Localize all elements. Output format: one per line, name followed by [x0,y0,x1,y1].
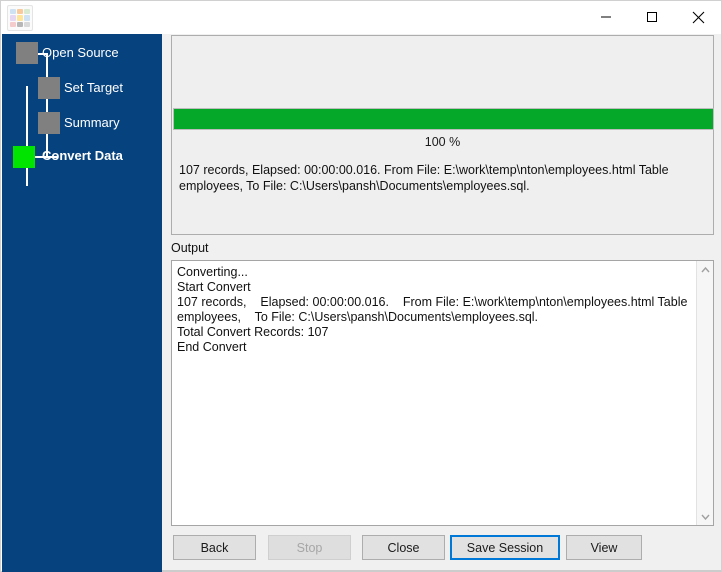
step-marker-set-target[interactable] [38,77,60,99]
output-label: Output [171,241,209,255]
application-window: Open Source Set Target Summary Convert D… [0,0,722,572]
save-session-button[interactable]: Save Session [450,535,560,560]
step-connector-vert [46,53,48,157]
progress-percent-label: 100 % [424,135,461,149]
wizard-sidebar: Open Source Set Target Summary Convert D… [2,34,162,572]
progress-bar-fill [174,109,713,129]
chevron-down-icon[interactable] [697,508,714,525]
minimize-button[interactable] [583,1,629,33]
window-controls [583,1,721,33]
output-scrollbar[interactable] [696,261,713,525]
step-marker-convert-data[interactable] [13,146,35,168]
main-content: 100 % 107 records, Elapsed: 00:00:00.016… [162,34,721,572]
title-bar [1,1,721,34]
step-connector-trunk [26,86,28,186]
sidebar-item-set-target[interactable]: Set Target [64,80,123,95]
conversion-status-text: 107 records, Elapsed: 00:00:00.016. From… [179,163,669,193]
back-button[interactable]: Back [173,535,256,560]
chevron-up-icon[interactable] [697,261,714,278]
sidebar-item-summary[interactable]: Summary [64,115,120,130]
output-textarea[interactable]: Converting... Start Convert 107 records,… [171,260,714,526]
wizard-steps: Open Source Set Target Summary Convert D… [2,34,162,194]
button-bar: Back Stop Close Save Session View [162,531,721,572]
stop-button[interactable]: Stop [268,535,351,560]
maximize-button[interactable] [629,1,675,33]
progress-bar [173,108,714,130]
step-marker-open-source[interactable] [16,42,38,64]
sidebar-item-convert-data[interactable]: Convert Data [42,148,123,163]
sidebar-item-open-source[interactable]: Open Source [42,45,119,60]
close-button-action[interactable]: Close [362,535,445,560]
progress-panel: 100 % 107 records, Elapsed: 00:00:00.016… [171,35,714,235]
output-log-text: Converting... Start Convert 107 records,… [177,265,688,354]
app-grid-icon [7,5,33,31]
view-button[interactable]: View [566,535,642,560]
close-button[interactable] [675,1,721,33]
step-marker-summary[interactable] [38,112,60,134]
